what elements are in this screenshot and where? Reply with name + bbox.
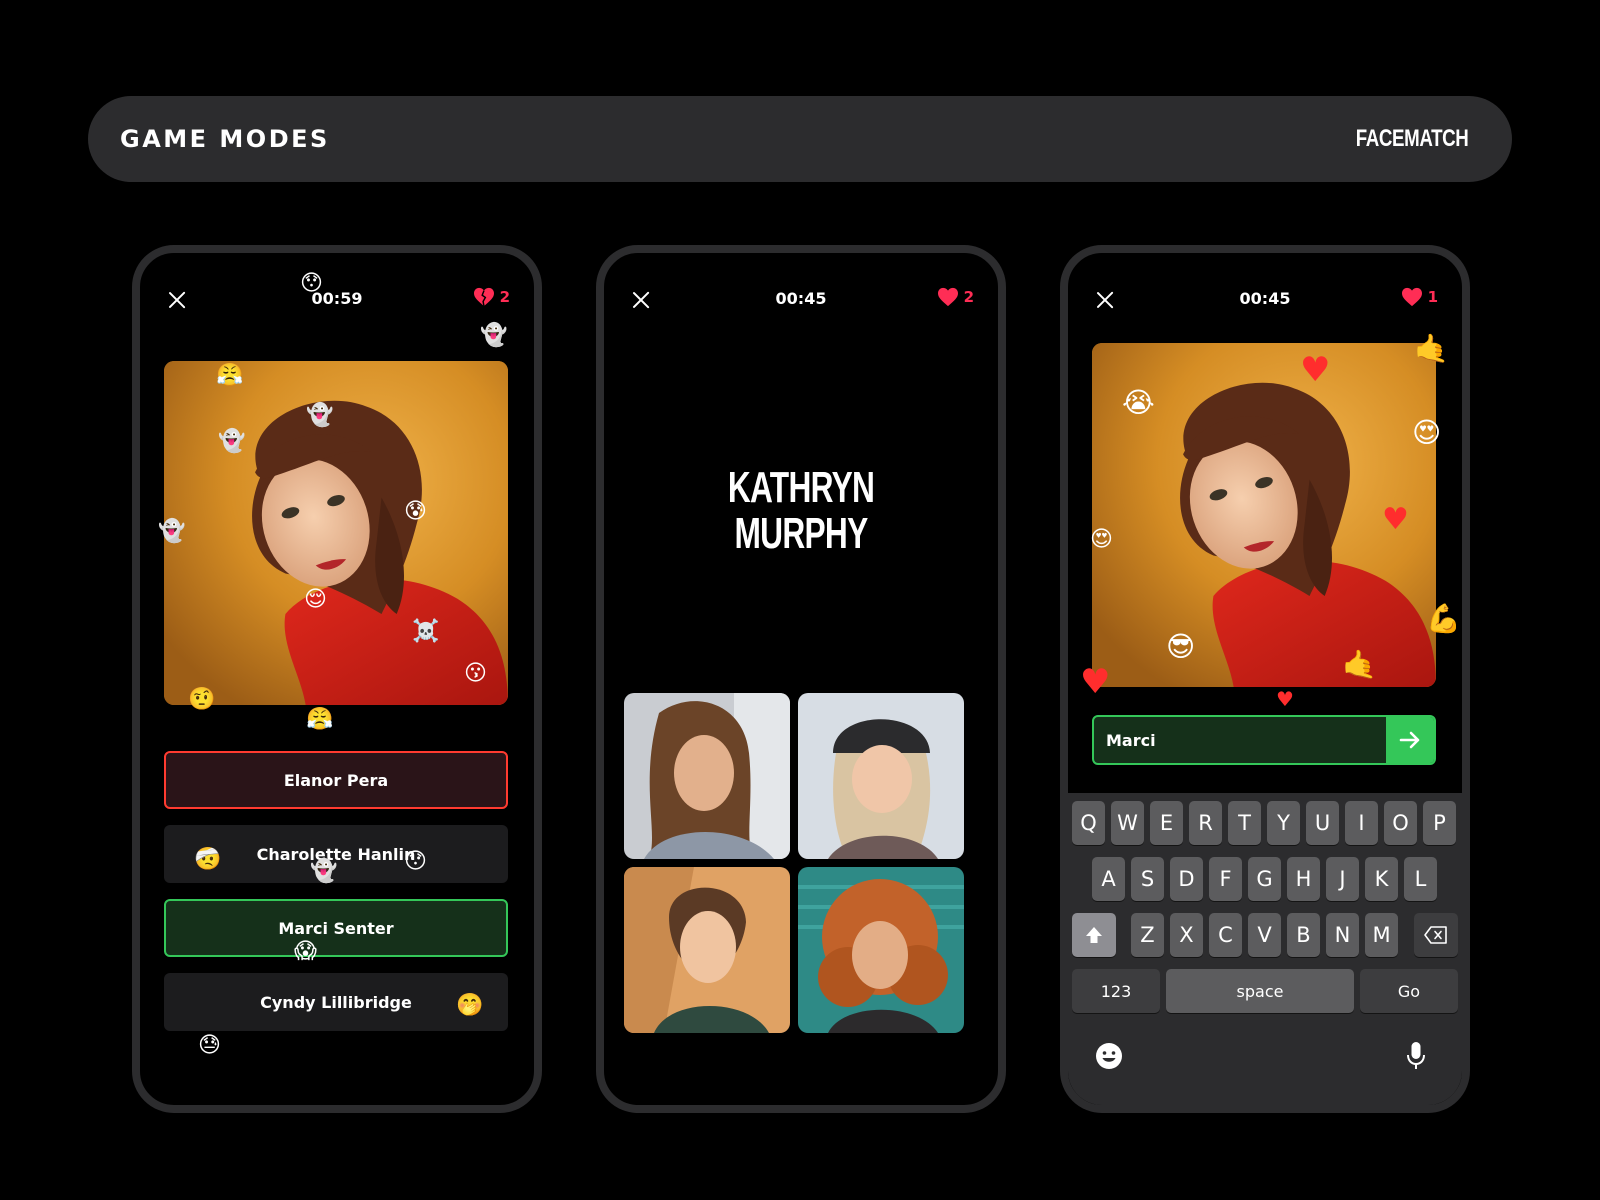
lives-indicator: 1 bbox=[1401, 287, 1438, 307]
emoji-sticker: 🤕 bbox=[194, 847, 222, 872]
submit-arrow-button[interactable] bbox=[1386, 717, 1434, 763]
emoji-sticker: 🤭 bbox=[456, 993, 484, 1018]
emoji-sticker: ♥ bbox=[1276, 687, 1294, 711]
key-n[interactable]: N bbox=[1326, 913, 1359, 957]
shift-key[interactable] bbox=[1072, 913, 1116, 957]
key-w[interactable]: W bbox=[1111, 801, 1144, 845]
key-u[interactable]: U bbox=[1306, 801, 1339, 845]
emoji-sticker: 😤 bbox=[216, 363, 244, 388]
emoji-sticker: 😤 bbox=[306, 707, 334, 732]
numbers-key[interactable]: 123 bbox=[1072, 969, 1160, 1013]
emoji-sticker: 😎 bbox=[1166, 630, 1196, 663]
phone-name-to-face: 00:45 2 KATHRYN MURPHY bbox=[596, 245, 1006, 1113]
key-r[interactable]: R bbox=[1189, 801, 1222, 845]
key-g[interactable]: G bbox=[1248, 857, 1281, 901]
broken-heart-icon bbox=[473, 287, 495, 307]
key-a[interactable]: A bbox=[1092, 857, 1125, 901]
key-t[interactable]: T bbox=[1228, 801, 1261, 845]
key-z[interactable]: Z bbox=[1131, 913, 1164, 957]
face-option[interactable] bbox=[624, 867, 790, 1033]
phone-type-name: 00:45 1 ♥ 🤙 😭 😍 ♥ 😍 😎 💪 ♥ 🤙 ♥ Q W E R T … bbox=[1060, 245, 1470, 1113]
emoji-sticker: 😰 bbox=[404, 499, 427, 524]
key-c[interactable]: C bbox=[1209, 913, 1242, 957]
key-s[interactable]: S bbox=[1131, 857, 1164, 901]
key-p[interactable]: P bbox=[1423, 801, 1456, 845]
face-option[interactable] bbox=[798, 867, 964, 1033]
on-screen-keyboard: Q W E R T Y U I O P A S D F G H J K L Z … bbox=[1068, 793, 1462, 1105]
lives-count: 2 bbox=[499, 288, 510, 306]
emoji-sticker: 😍 bbox=[1090, 527, 1113, 552]
emoji-sticker: 💪 bbox=[1426, 602, 1461, 635]
heart-icon bbox=[937, 287, 959, 307]
emoji-sticker: 😯 bbox=[404, 849, 427, 874]
emoji-sticker: 👻 bbox=[218, 429, 246, 454]
key-y[interactable]: Y bbox=[1267, 801, 1300, 845]
face-photo bbox=[164, 361, 508, 705]
microphone-icon[interactable] bbox=[1406, 1041, 1426, 1071]
emoji-sticker: 😱 bbox=[294, 939, 317, 964]
key-o[interactable]: O bbox=[1384, 801, 1417, 845]
key-j[interactable]: J bbox=[1326, 857, 1359, 901]
emoji-sticker: ♥ bbox=[1080, 662, 1111, 702]
key-x[interactable]: X bbox=[1170, 913, 1203, 957]
face-option[interactable] bbox=[798, 693, 964, 859]
key-l[interactable]: L bbox=[1404, 857, 1437, 901]
key-v[interactable]: V bbox=[1248, 913, 1281, 957]
emoji-sticker: 😓 bbox=[198, 1033, 221, 1058]
key-h[interactable]: H bbox=[1287, 857, 1320, 901]
key-d[interactable]: D bbox=[1170, 857, 1203, 901]
emoji-sticker: 👻 bbox=[310, 859, 338, 884]
key-i[interactable]: I bbox=[1345, 801, 1378, 845]
target-name-first: KATHRYN bbox=[727, 463, 875, 512]
header-bar: GAME MODES FACEMATCH bbox=[88, 96, 1512, 182]
emoji-sticker: 😌 bbox=[304, 587, 327, 612]
emoji-sticker: 👻 bbox=[480, 323, 508, 348]
phone-multiple-choice: 00:59 2 😯 👻 😤 👻 👻 😰 👻 😌 ☠️ 😗 🤨 😤 Elanor … bbox=[132, 245, 542, 1113]
answer-option-correct[interactable]: Marci Senter bbox=[164, 899, 508, 957]
emoji-sticker: ♥ bbox=[1300, 350, 1331, 390]
emoji-sticker: 😭 bbox=[1122, 386, 1155, 419]
shift-arrow-icon bbox=[1086, 927, 1102, 943]
emoji-sticker: ☠️ bbox=[412, 619, 440, 644]
emoji-sticker: 🤙 bbox=[1414, 332, 1449, 365]
key-e[interactable]: E bbox=[1150, 801, 1183, 845]
lives-indicator: 2 bbox=[937, 287, 974, 307]
backspace-key[interactable] bbox=[1414, 913, 1458, 957]
emoji-sticker: ♥ bbox=[1382, 502, 1409, 537]
emoji-sticker: 😯 bbox=[300, 271, 323, 296]
face-option[interactable] bbox=[624, 693, 790, 859]
emoji-sticker: 🤙 bbox=[1342, 648, 1377, 681]
lives-indicator: 2 bbox=[473, 287, 510, 307]
emoji-sticker: 🤨 bbox=[188, 687, 216, 712]
name-answer-field bbox=[1092, 715, 1436, 765]
key-f[interactable]: F bbox=[1209, 857, 1242, 901]
lives-count: 2 bbox=[963, 288, 974, 306]
backspace-icon bbox=[1424, 926, 1447, 944]
lives-count: 1 bbox=[1427, 288, 1438, 306]
key-b[interactable]: B bbox=[1287, 913, 1320, 957]
emoji-keyboard-icon[interactable] bbox=[1094, 1041, 1124, 1071]
emoji-sticker: 👻 bbox=[306, 403, 334, 428]
header-title: GAME MODES bbox=[120, 125, 330, 153]
emoji-sticker: 😍 bbox=[1412, 416, 1442, 449]
emoji-sticker: 👻 bbox=[158, 519, 186, 544]
key-k[interactable]: K bbox=[1365, 857, 1398, 901]
answer-option-wrong[interactable]: Elanor Pera bbox=[164, 751, 508, 809]
key-m[interactable]: M bbox=[1365, 913, 1398, 957]
space-key[interactable]: space bbox=[1166, 969, 1354, 1013]
name-input[interactable] bbox=[1094, 717, 1386, 763]
emoji-sticker: 😗 bbox=[464, 661, 487, 686]
key-q[interactable]: Q bbox=[1072, 801, 1105, 845]
target-name: KATHRYN MURPHY bbox=[604, 465, 998, 557]
brand-logo: FACEMATCH bbox=[1355, 125, 1468, 152]
go-key[interactable]: Go bbox=[1360, 969, 1458, 1013]
target-name-last: MURPHY bbox=[734, 509, 869, 558]
arrow-right-icon bbox=[1399, 731, 1420, 749]
heart-icon bbox=[1401, 287, 1423, 307]
